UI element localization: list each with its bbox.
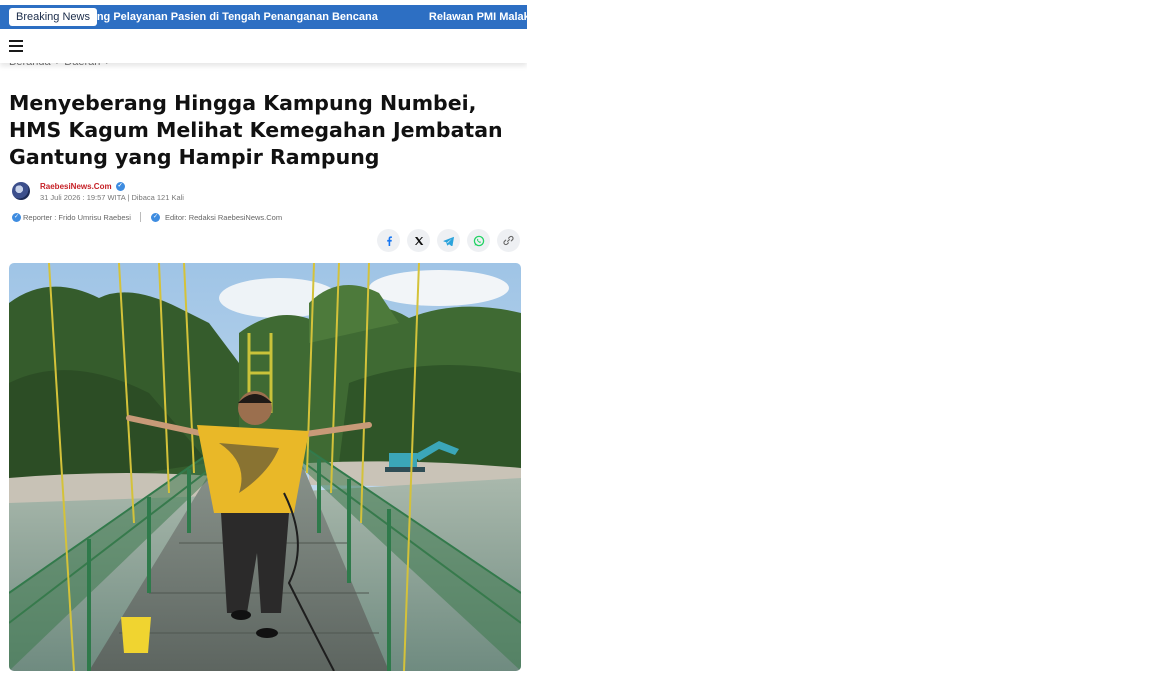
menu-icon[interactable]: [9, 40, 23, 52]
author-avatar[interactable]: [12, 182, 30, 200]
site-header: [0, 29, 527, 63]
article-page: Breaking News kung Pelayanan Pasien di T…: [0, 0, 527, 677]
share-bar: [377, 229, 520, 252]
share-facebook-button[interactable]: [377, 229, 400, 252]
verified-icon: ✓: [150, 212, 160, 222]
link-icon: [503, 235, 514, 246]
telegram-icon: [443, 236, 454, 246]
author-name[interactable]: RaebesiNews.Com: [40, 182, 112, 191]
share-x-button[interactable]: [407, 229, 430, 252]
credit-divider: [139, 212, 141, 222]
author-name-row: RaebesiNews.Com ✓: [40, 182, 125, 192]
featured-image[interactable]: [9, 263, 521, 671]
verified-icon: ✓: [12, 212, 21, 222]
ticker-item[interactable]: Relawan PMI Malak: [429, 11, 527, 23]
facebook-icon: [386, 235, 392, 246]
bridge-photo: [9, 263, 521, 671]
breaking-news-ticker: Breaking News kung Pelayanan Pasien di T…: [0, 5, 527, 29]
share-telegram-button[interactable]: [437, 229, 460, 252]
breaking-news-badge: Breaking News: [9, 8, 97, 26]
share-whatsapp-button[interactable]: [467, 229, 490, 252]
article-title: Menyeberang Hingga Kampung Numbei, HMS K…: [9, 91, 503, 169]
article-dateline: 31 Juli 2026 : 19:57 WITA | Dibaca 121 K…: [40, 193, 184, 202]
reporter-credit: Reporter : Frido Umrisu Raebesi: [23, 212, 131, 222]
article-credits: ✓ Reporter : Frido Umrisu Raebesi ✓ Edit…: [12, 212, 282, 222]
ticker-item[interactable]: kung Pelayanan Pasien di Tengah Penangan…: [84, 11, 378, 23]
ticker-track: kung Pelayanan Pasien di Tengah Penangan…: [84, 5, 527, 29]
copy-link-button[interactable]: [497, 229, 520, 252]
verified-icon: ✓: [115, 182, 125, 192]
x-icon: [414, 236, 423, 245]
editor-credit: Editor: Redaksi RaebesiNews.Com: [164, 212, 283, 222]
whatsapp-icon: [473, 235, 484, 246]
